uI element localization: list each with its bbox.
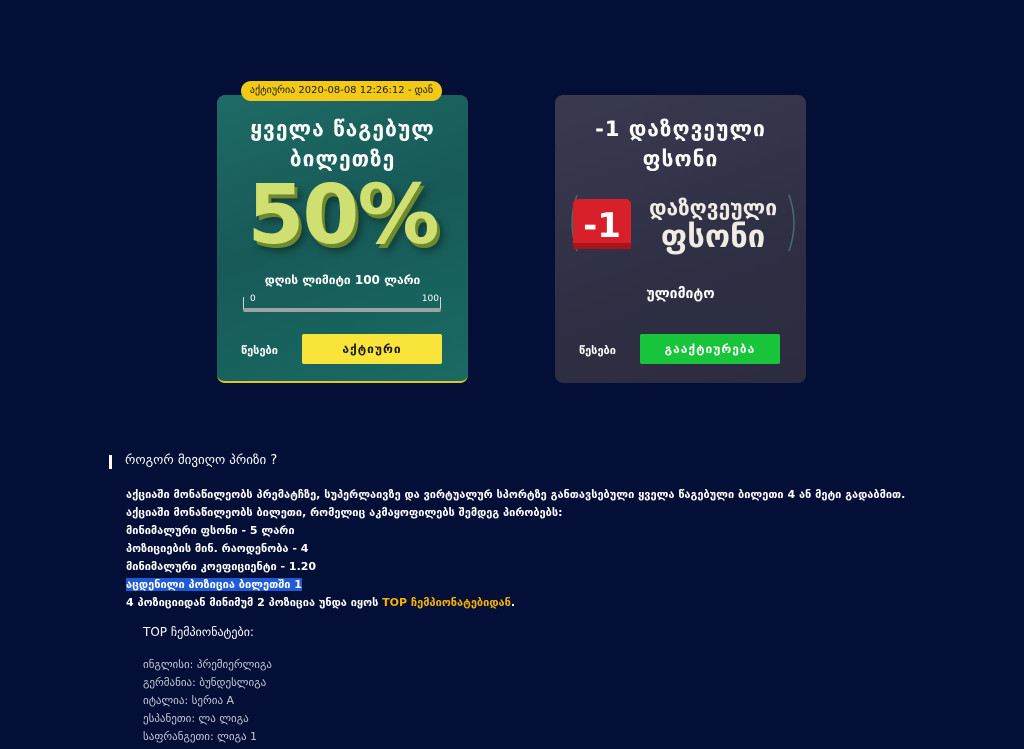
highlighted-rules-line: აცდენილი პოზიცია ბილეთში 1 <box>126 578 302 591</box>
rules-line-suffix: . <box>510 596 516 609</box>
rules-line: პოზიციების მინ. რაოდენობა - 4 <box>126 542 309 555</box>
rules-line: მინიმალური ფსონი - 5 ლარი <box>126 524 295 537</box>
rules-text: აქციაში მონაწილეობს პრემატჩზე, სუპერლაივ… <box>126 486 986 612</box>
insured-bet-logo: -1 დაზღვეული ფსონი <box>571 194 795 255</box>
card-title: -1 დაზღვეული ფსონი <box>555 114 806 174</box>
percent-graphic: 50% <box>247 168 439 263</box>
range-max-label: 100 <box>421 294 439 304</box>
section-title: როგორ მივიღო პრიზი ? <box>125 453 278 468</box>
card-title-line1: ყველა წაგებულ <box>250 117 435 141</box>
active-button[interactable]: აქტიური <box>302 334 442 364</box>
rules-line-top: 4 პოზიციიდან მინიმუმ 2 პოზიცია უნდა იყოს… <box>126 594 986 612</box>
card-title: ყველა წაგებულ ბილეთზე <box>217 114 468 174</box>
activate-button[interactable]: გააქტიურება <box>640 334 780 364</box>
championship-item: იტალია: სერია A <box>143 694 235 707</box>
top-championships-title: TOP ჩემპიონატები: <box>143 625 254 639</box>
unlimited-label: ულიმიტო <box>646 286 715 302</box>
promo-card-insured-bet: -1 დაზღვეული ფსონი -1 დაზღვეული ფსონი ულ… <box>555 95 806 383</box>
card-title-line1: -1 დაზღვეული <box>595 117 766 141</box>
championship-item: ესპანეთი: ლა ლიგა <box>143 712 249 725</box>
logo-number: -1 <box>583 206 621 246</box>
section-marker <box>109 455 112 469</box>
logo-line1: დაზღვეული <box>649 196 777 220</box>
card-title-line2: ფსონი <box>642 147 719 171</box>
limit-progress-bar <box>243 308 441 312</box>
rules-link[interactable]: წესები <box>579 344 616 357</box>
promo-card-50-percent: აქტიურია 2020-08-08 12:26:12 - დან ყველა… <box>217 81 468 383</box>
rules-line: აქციაში მონაწილეობს პრემატჩზე, სუპერლაივ… <box>126 488 906 501</box>
logo-line2: ფსონი <box>661 219 765 255</box>
championship-item: ინგლისი: პრემიერლიგა <box>143 658 272 671</box>
range-tick-end <box>440 297 441 309</box>
daily-limit-text: დღის ლიმიტი 100 ლარი <box>264 273 421 287</box>
rules-line: აქციაში მონაწილეობს ბილეთი, რომელიც აკმა… <box>126 506 563 519</box>
championship-item: გერმანია: ბუნდესლიგა <box>143 676 267 689</box>
rules-line: მინიმალური კოეფიციენტი - 1.20 <box>126 560 317 573</box>
rules-link[interactable]: წესები <box>241 344 278 357</box>
championship-item: საფრანგეთი: ლიგა 1 <box>143 730 258 743</box>
top-championships-highlight: TOP ჩემპიონატებიდან <box>382 596 511 609</box>
active-since-badge: აქტიურია 2020-08-08 12:26:12 - დან <box>241 81 442 101</box>
championships-list: ინგლისი: პრემიერლიგა გერმანია: ბუნდესლიგ… <box>143 656 272 746</box>
range-min-label: 0 <box>250 294 256 304</box>
rules-line-prefix: 4 პოზიციიდან მინიმუმ 2 პოზიცია უნდა იყოს <box>126 596 383 609</box>
